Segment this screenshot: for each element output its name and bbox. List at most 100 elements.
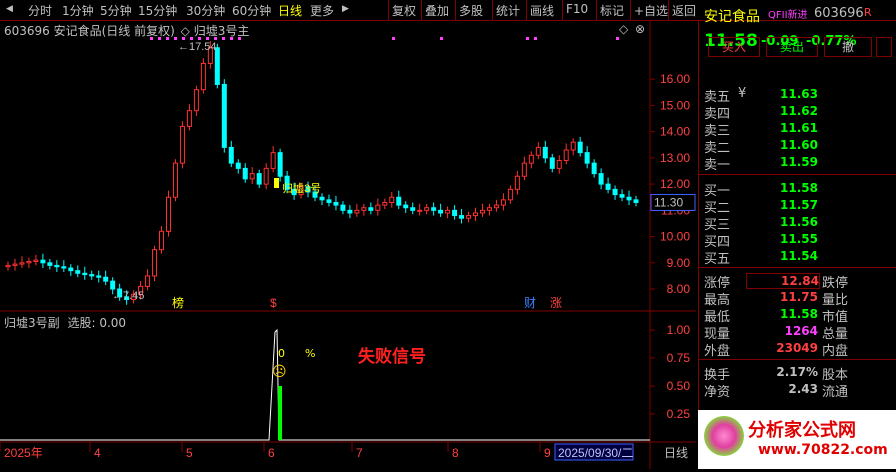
xtick-label: 4 — [94, 446, 101, 460]
period-4[interactable]: 30分钟 — [186, 2, 225, 19]
candle-body — [570, 141, 576, 151]
date-label: 2025/09/30/二 — [558, 446, 633, 460]
stat-value-0: 12.84 — [746, 273, 820, 289]
toolbar-divider — [455, 0, 456, 20]
stat2-value-1: 2.43 — [788, 382, 818, 396]
toolbar-btn-8[interactable]: 返回 — [672, 2, 696, 19]
event-marker: 财 — [524, 296, 536, 310]
event-marker: 榜 — [172, 295, 184, 310]
toolbar-btn-5[interactable]: F10 — [566, 2, 588, 16]
more-arrow-icon[interactable]: ▶ — [342, 4, 349, 14]
toolbar-divider — [630, 0, 631, 20]
low-label: ←7.45 — [112, 290, 144, 302]
diamond-icon[interactable]: ◇ — [619, 22, 628, 36]
candle-body — [473, 212, 479, 217]
stat-label-4: 外盘 — [704, 344, 731, 359]
sub-indicator-name[interactable]: 归墟3号副 — [4, 316, 60, 330]
more-button[interactable] — [876, 37, 892, 57]
candle-body — [165, 196, 171, 232]
toolbar-btn-3[interactable]: 统计 — [496, 2, 520, 19]
ytick-label: 13.00 — [660, 151, 690, 165]
candle-body — [612, 188, 618, 196]
candle-body — [535, 146, 541, 156]
candle-body — [19, 262, 25, 265]
candle-body — [340, 204, 346, 211]
candle-body — [5, 264, 11, 268]
candle-body — [591, 162, 597, 175]
ytick-label: 10.00 — [660, 230, 690, 244]
period-3[interactable]: 15分钟 — [138, 2, 177, 19]
ask-price-0: 11.63 — [780, 87, 818, 101]
period-5[interactable]: 60分钟 — [232, 2, 271, 19]
candle-body — [235, 162, 241, 169]
r-mark: R — [864, 6, 872, 19]
candle-body — [159, 230, 165, 251]
candle-body — [242, 167, 248, 180]
period-0[interactable]: 分时 — [28, 2, 52, 19]
candle-body — [633, 199, 639, 203]
ask-price-3: 11.60 — [780, 138, 818, 152]
candle-body — [375, 204, 381, 211]
sell-button[interactable]: 卖出 — [766, 37, 818, 57]
toolbar-btn-7[interactable]: +自选 — [634, 2, 668, 19]
candle-body — [452, 209, 458, 217]
order-book: 卖五 ¥11.63 卖四 11.62 卖三 11.61 卖二 11.60 卖一 11.59 买一 11… — [698, 84, 896, 464]
signal-dot — [616, 37, 619, 40]
candle-body — [200, 62, 206, 91]
candle-body — [410, 207, 416, 211]
candle-body — [584, 152, 590, 164]
toolbar-btn-1[interactable]: 叠加 — [425, 2, 449, 19]
logo-url: www.70822.com — [758, 442, 888, 458]
candle-body — [403, 204, 409, 209]
candle-body — [549, 157, 555, 169]
candle-body — [466, 215, 472, 219]
stat2-right-1: 流通 — [822, 385, 849, 400]
xtick-label: 8 — [452, 446, 459, 460]
signal-dot — [534, 37, 537, 40]
collapse-icon[interactable]: ◇ — [181, 24, 190, 38]
sub-signal-bar — [278, 386, 282, 440]
toolbar-btn-2[interactable]: 多股 — [459, 2, 483, 19]
kline-chart[interactable]: 16.0015.0014.0013.0012.0011.0010.009.008… — [0, 20, 696, 469]
ask-price-4: 11.59 — [780, 155, 818, 169]
bid-price-2: 11.56 — [780, 215, 818, 229]
cancel-button[interactable]: 撤 — [824, 37, 872, 57]
divider — [698, 174, 896, 175]
ytick-label: 15.00 — [660, 98, 690, 112]
sub-ytick-label: 0.50 — [667, 379, 691, 393]
candle-body — [431, 207, 437, 211]
percent-label: % — [305, 347, 316, 360]
candle-body — [179, 125, 185, 164]
period-7[interactable]: 更多 — [310, 2, 334, 19]
indicator-name[interactable]: 归墟3号主 — [194, 24, 250, 38]
candle-body — [577, 141, 583, 154]
period-2[interactable]: 5分钟 — [100, 2, 132, 19]
toolbar-divider — [492, 0, 493, 20]
period-1[interactable]: 1分钟 — [62, 2, 94, 19]
candle-body — [326, 199, 332, 203]
site-logo: 分析家公式网 www.70822.com — [698, 410, 896, 469]
xtick-label: 7 — [356, 446, 363, 460]
stat-value-1: 11.75 — [780, 290, 818, 304]
high-label: ←17.54 — [178, 41, 217, 53]
period-6[interactable]: 日线 — [278, 2, 302, 19]
toolbar-btn-6[interactable]: 标记 — [600, 2, 624, 19]
chart-area[interactable]: 16.0015.0014.0013.0012.0011.0010.009.008… — [0, 20, 696, 469]
close-icon[interactable]: ⊗ — [635, 22, 645, 36]
ask-label-4: 卖一 — [704, 158, 731, 173]
back-arrow-icon[interactable]: ◀ — [6, 4, 13, 14]
toolbar-btn-0[interactable]: 复权 — [392, 2, 416, 19]
buy-button[interactable]: 买入 — [708, 37, 760, 57]
logo-text: 分析家公式网 — [748, 420, 856, 441]
candle-body — [368, 207, 374, 211]
candle-body — [172, 162, 178, 198]
candle-body — [563, 149, 569, 162]
stat-value-4: 23049 — [776, 341, 818, 355]
divider — [698, 359, 896, 360]
event-marker: 涨 — [550, 295, 562, 310]
candle-body — [459, 215, 465, 219]
toolbar-btn-4[interactable]: 画线 — [530, 2, 554, 19]
stat-value-2: 11.58 — [780, 307, 818, 321]
candle-body — [500, 199, 506, 206]
candle-body — [249, 173, 255, 180]
